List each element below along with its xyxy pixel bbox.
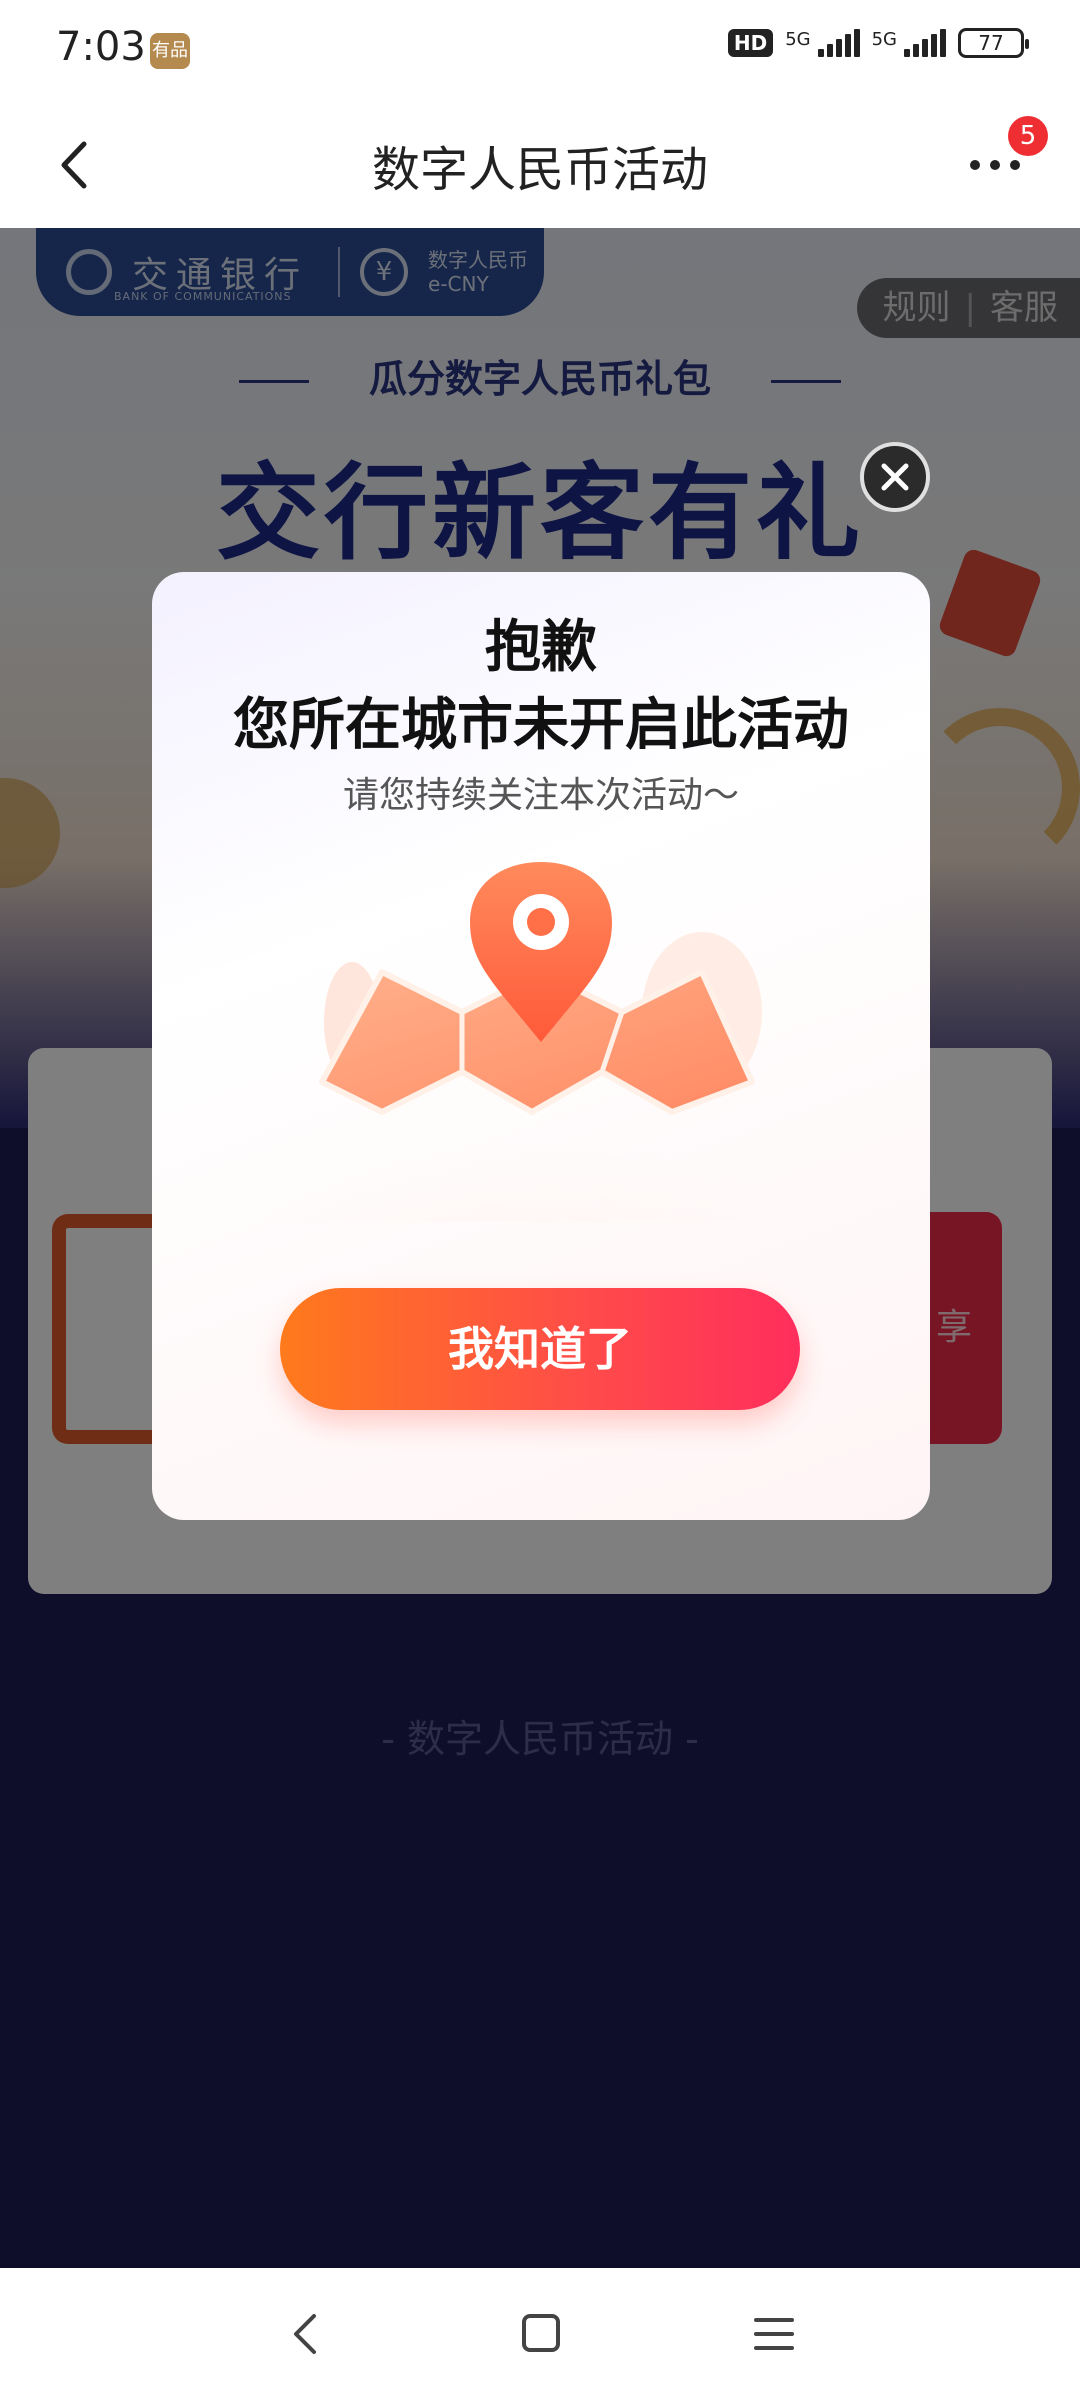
network-label: 5G: [871, 29, 897, 50]
dialog-hint: 请您持续关注本次活动～: [342, 775, 739, 816]
map-pin-icon: [241, 862, 841, 1222]
system-home-button[interactable]: [510, 2304, 570, 2364]
more-dots-icon: [970, 160, 1020, 170]
system-menu-button[interactable]: [744, 2304, 804, 2364]
dialog-title: 抱歉: [485, 615, 597, 680]
dialog-subtitle: 您所在城市未开启此活动: [233, 693, 849, 758]
close-icon: [881, 463, 909, 491]
close-button[interactable]: [860, 442, 930, 512]
unavailable-dialog: 抱歉 您所在城市未开启此活动 请您持续关注本次活动～ 我知道了: [152, 572, 930, 1520]
hd-badge: HD: [727, 29, 774, 57]
notification-badge: 5: [1008, 116, 1048, 156]
battery-icon: 77: [958, 28, 1029, 58]
status-indicators: HD 5G 5G 77: [727, 28, 1029, 58]
network-label: 5G: [785, 29, 811, 50]
page-title: 数字人民币活动: [371, 142, 708, 198]
system-nav-bar: [0, 2268, 1080, 2400]
nav-bar: 数字人民币活动 5: [0, 100, 1080, 228]
signal-icon: 5G: [872, 29, 946, 57]
app-badge: 有品: [150, 33, 190, 69]
more-button[interactable]: 5: [960, 116, 1048, 200]
confirm-button[interactable]: 我知道了: [280, 1288, 800, 1410]
status-time: 7:03: [56, 24, 146, 70]
triangle-back-icon: [294, 2314, 316, 2354]
signal-icon: 5G: [785, 29, 860, 57]
system-back-button[interactable]: [276, 2304, 336, 2364]
menu-lines-icon: [754, 2318, 794, 2350]
square-home-icon: [522, 2314, 560, 2352]
status-bar: 7:03 有品 HD 5G 5G 77: [0, 0, 1080, 100]
